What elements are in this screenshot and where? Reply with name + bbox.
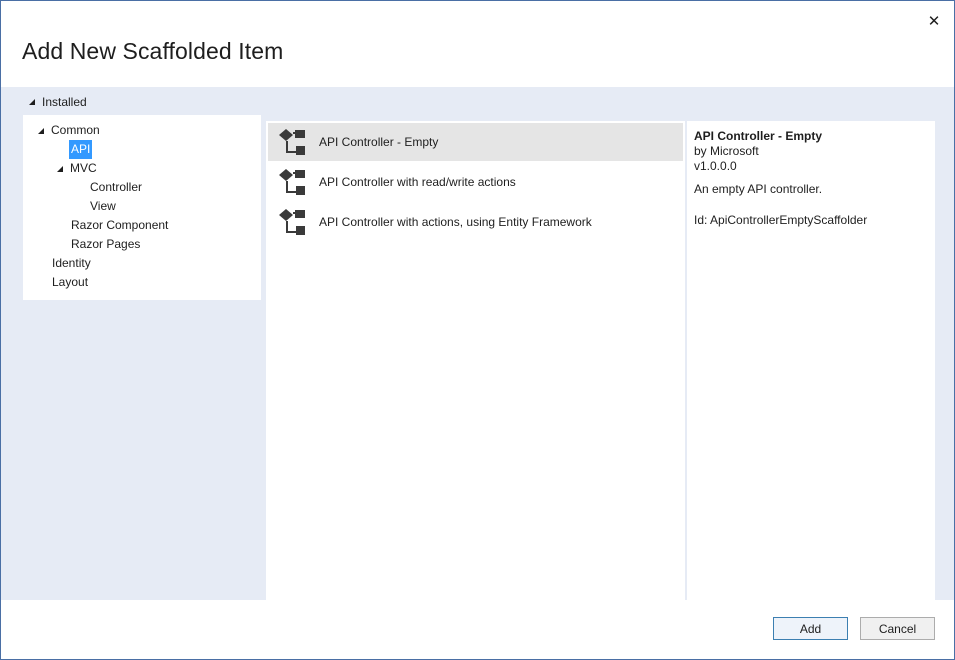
tree-item-identity[interactable]: Identity bbox=[52, 254, 91, 273]
tree-item-api[interactable]: API bbox=[69, 140, 93, 159]
controller-icon bbox=[279, 129, 305, 155]
list-item-label: API Controller with actions, using Entit… bbox=[319, 215, 592, 229]
tree-item-label: Razor Pages bbox=[71, 237, 141, 251]
expand-triangle-icon[interactable] bbox=[57, 165, 63, 172]
list-item[interactable]: API Controller with actions, using Entit… bbox=[268, 203, 683, 241]
details-title: API Controller - Empty bbox=[694, 129, 823, 143]
tree-item-label: Razor Component bbox=[71, 218, 169, 232]
add-button[interactable]: Add bbox=[773, 617, 848, 640]
tree-item-controller[interactable]: Controller bbox=[90, 178, 142, 197]
details-description: An empty API controller. bbox=[694, 182, 823, 196]
installed-label: Installed bbox=[42, 95, 87, 109]
cancel-button[interactable]: Cancel bbox=[860, 617, 935, 640]
controller-icon bbox=[279, 169, 305, 195]
template-list: API Controller - Empty API Controller wi… bbox=[266, 121, 685, 600]
list-item-label: API Controller with read/write actions bbox=[319, 175, 516, 189]
tree-item-mvc[interactable]: MVC bbox=[57, 159, 97, 178]
tree-item-layout[interactable]: Layout bbox=[52, 273, 88, 292]
close-icon[interactable]: ✕ bbox=[924, 11, 944, 31]
dialog-title: Add New Scaffolded Item bbox=[22, 38, 284, 64]
add-scaffold-dialog: ✕ Add New Scaffolded Item Installed Comm… bbox=[0, 0, 955, 660]
tree-item-label: API bbox=[69, 140, 93, 159]
details-version: v1.0.0.0 bbox=[694, 159, 737, 173]
tree-item-label: Layout bbox=[52, 275, 89, 289]
list-item[interactable]: API Controller - Empty bbox=[268, 123, 683, 161]
tree-item-label: Common bbox=[51, 123, 100, 137]
list-item-label: API Controller - Empty bbox=[319, 135, 439, 149]
expand-triangle-icon[interactable] bbox=[38, 127, 44, 134]
expand-triangle-icon[interactable] bbox=[29, 99, 35, 105]
list-item[interactable]: API Controller with read/write actions bbox=[268, 163, 683, 201]
controller-icon bbox=[279, 209, 305, 235]
details-pane: API Controller - Empty by Microsoft v1.0… bbox=[686, 121, 935, 600]
tree-item-label: Controller bbox=[90, 180, 143, 194]
installed-node[interactable]: Installed bbox=[29, 95, 87, 109]
tree-item-label: MVC bbox=[70, 161, 97, 175]
tree-item-razor-pages[interactable]: Razor Pages bbox=[71, 235, 140, 254]
tree-item-common[interactable]: Common bbox=[38, 121, 100, 140]
tree-item-label: View bbox=[90, 199, 116, 213]
tree-item-view[interactable]: View bbox=[90, 197, 116, 216]
category-tree: Common API MVC Controller View Razor Com… bbox=[23, 115, 261, 300]
tree-item-label: Identity bbox=[52, 256, 91, 270]
details-author: by Microsoft bbox=[694, 144, 759, 158]
dialog-body: Installed Common API MVC Controller View… bbox=[1, 87, 954, 600]
tree-item-razor-component[interactable]: Razor Component bbox=[71, 216, 168, 235]
details-id: Id: ApiControllerEmptyScaffolder bbox=[694, 213, 868, 227]
